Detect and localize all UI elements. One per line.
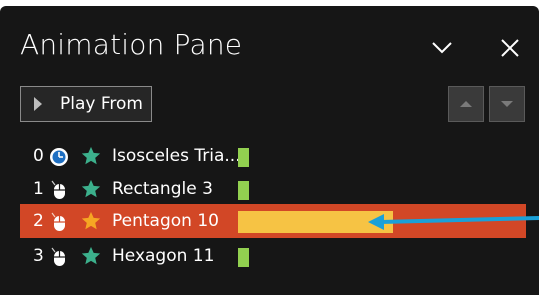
play-from-button[interactable]: Play From — [20, 86, 152, 122]
timing-bar[interactable] — [238, 181, 249, 200]
move-earlier-button[interactable] — [448, 86, 484, 122]
move-later-button[interactable] — [489, 86, 525, 122]
close-icon — [501, 39, 519, 57]
emphasis-star-icon — [81, 146, 101, 165]
animation-index: 1 — [33, 179, 44, 199]
move-up-icon — [460, 101, 472, 107]
callout-arrow-icon — [368, 214, 539, 230]
animation-name: Rectangle 3 — [112, 179, 213, 199]
pane-title: Animation Pane — [20, 28, 243, 61]
animation-item[interactable]: 3 Hexagon 11 — [0, 239, 539, 273]
clock-icon — [50, 148, 68, 166]
animation-name: Pentagon 10 — [112, 211, 219, 231]
animation-index: 2 — [33, 211, 44, 231]
animation-index: 3 — [33, 246, 44, 266]
chevron-down-icon — [432, 42, 452, 54]
mouse-click-icon — [51, 180, 65, 199]
mouse-click-icon — [51, 212, 65, 231]
timing-bar[interactable] — [238, 148, 249, 167]
move-down-icon — [501, 101, 513, 107]
emphasis-star-icon — [81, 246, 101, 265]
close-pane-button[interactable] — [496, 34, 524, 62]
animation-item[interactable]: 1 Rectangle 3 — [0, 172, 539, 206]
animation-name: Hexagon 11 — [112, 246, 215, 266]
emphasis-star-icon — [81, 179, 101, 198]
pane-options-button[interactable] — [428, 34, 456, 62]
mouse-click-icon — [51, 247, 65, 266]
animation-index: 0 — [33, 146, 44, 166]
play-icon — [34, 97, 42, 111]
play-from-label: Play From — [60, 94, 143, 114]
emphasis-star-icon — [81, 211, 101, 230]
animation-name: Isosceles Tria... — [112, 146, 241, 166]
animation-item[interactable]: 0 Isosceles Tria... — [0, 139, 539, 173]
timing-bar[interactable] — [238, 248, 249, 267]
